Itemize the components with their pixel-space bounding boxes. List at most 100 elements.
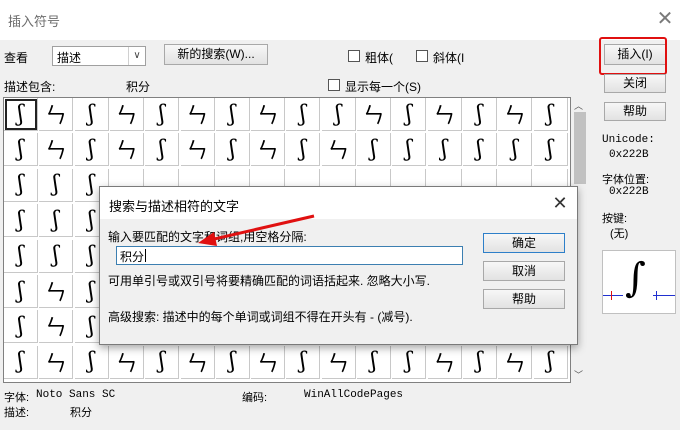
- symbol-cell[interactable]: ㄣ: [39, 98, 74, 131]
- symbol-cell[interactable]: ㄣ: [427, 98, 462, 131]
- char-position-label: 字体位置:: [602, 174, 650, 186]
- origin-marker: [611, 291, 612, 300]
- scroll-down-icon[interactable]: ﹀: [574, 368, 583, 381]
- symbol-cell[interactable]: ㄣ: [180, 98, 215, 131]
- symbol-cell[interactable]: ㄣ: [251, 98, 286, 131]
- encoding-value: WinAllCodePages: [304, 389, 404, 401]
- dialog-help-button[interactable]: 帮助: [483, 289, 565, 309]
- dialog-close-icon[interactable]: ✕: [549, 192, 571, 214]
- desc-value: 积分: [70, 407, 92, 419]
- scroll-up-icon[interactable]: ︿: [574, 99, 583, 112]
- symbol-cell[interactable]: ㄣ: [39, 275, 74, 308]
- symbol-cell[interactable]: ʃ: [533, 133, 568, 167]
- symbol-cell[interactable]: ㄣ: [321, 345, 356, 379]
- symbol-cell[interactable]: ㄣ: [251, 133, 286, 167]
- symbol-cell[interactable]: ʃ: [4, 133, 38, 167]
- new-search-button[interactable]: 新的搜索(W)...: [164, 44, 268, 65]
- baseline-left-marker: [603, 295, 623, 296]
- symbol-cell[interactable]: ʃ: [286, 345, 321, 379]
- view-label: 查看: [4, 51, 29, 65]
- annotation-arrow: [198, 214, 315, 246]
- symbol-cell[interactable]: ㄣ: [39, 133, 74, 167]
- window-title: 插入符号: [8, 14, 61, 29]
- symbol-cell[interactable]: ʃ: [215, 98, 250, 131]
- symbol-cell[interactable]: ʃ: [4, 204, 38, 238]
- symbol-cell[interactable]: ʃ: [462, 345, 497, 379]
- symbol-cell[interactable]: ʃ: [286, 133, 321, 167]
- symbol-cell[interactable]: ㄣ: [251, 345, 286, 379]
- symbol-cell[interactable]: ʃ: [215, 133, 250, 167]
- symbol-cell[interactable]: ㄣ: [498, 98, 533, 131]
- advance-marker: [656, 291, 657, 300]
- encoding-label: 编码:: [242, 392, 268, 404]
- symbol-cell[interactable]: ʃ: [74, 345, 109, 379]
- symbol-cell[interactable]: ʃ: [4, 345, 38, 379]
- symbol-cell[interactable]: ʃ: [462, 133, 497, 167]
- symbol-cell[interactable]: ʃ: [462, 98, 497, 131]
- symbol-cell[interactable]: ʃ: [74, 133, 109, 167]
- symbol-cell[interactable]: ʃ: [4, 168, 38, 202]
- symbol-cell[interactable]: ㄣ: [109, 133, 144, 167]
- show-each-checkbox[interactable]: [328, 79, 340, 91]
- cancel-button[interactable]: 取消: [483, 261, 565, 281]
- help-button[interactable]: 帮助: [604, 102, 666, 121]
- glyph-preview: ∫: [602, 250, 676, 314]
- symbol-cell[interactable]: ʃ: [74, 98, 109, 131]
- font-label: 字体:: [4, 392, 30, 404]
- search-input-value: 积分: [120, 250, 145, 264]
- symbol-cell[interactable]: ʃ: [145, 345, 180, 379]
- symbol-cell[interactable]: ʃ: [39, 168, 74, 202]
- symbol-cell[interactable]: ʃ: [392, 345, 427, 379]
- shortcut-key-value: (无): [610, 228, 629, 240]
- symbol-cell[interactable]: ʃ: [533, 98, 568, 131]
- symbol-cell[interactable]: ʃ: [533, 345, 568, 379]
- description-contains-label: 描述包含:: [4, 80, 56, 94]
- text-cursor: [145, 249, 146, 262]
- symbol-cell[interactable]: ʃ: [357, 345, 391, 379]
- symbol-cell[interactable]: ʃ: [357, 133, 391, 167]
- unicode-label: Unicode:: [602, 134, 655, 146]
- symbol-cell[interactable]: ʃ: [392, 98, 427, 131]
- symbol-cell[interactable]: ㄣ: [357, 98, 391, 131]
- symbol-cell[interactable]: ʃ: [498, 133, 533, 167]
- font-value: Noto Sans SC: [36, 389, 116, 401]
- title-bar: 插入符号 ✕: [0, 0, 680, 40]
- italic-checkbox[interactable]: [416, 50, 428, 62]
- symbol-cell[interactable]: ʃ: [4, 310, 38, 344]
- symbol-cell[interactable]: ㄣ: [39, 310, 74, 344]
- symbol-cell[interactable]: ʃ: [286, 98, 321, 131]
- symbol-cell[interactable]: ʃ: [39, 204, 74, 238]
- symbol-cell[interactable]: ʃ: [39, 239, 74, 273]
- bold-checkbox[interactable]: [348, 50, 360, 62]
- symbol-cell[interactable]: ㄣ: [39, 345, 74, 379]
- unicode-value: 0x222B: [609, 149, 649, 161]
- view-select[interactable]: 描述 ∨: [52, 46, 146, 66]
- symbol-cell[interactable]: ʃ: [215, 345, 250, 379]
- italic-label: 斜体(I: [433, 51, 465, 65]
- desc-label: 描述:: [4, 407, 30, 419]
- scrollbar-thumb[interactable]: [574, 112, 586, 184]
- symbol-cell[interactable]: ㄣ: [109, 345, 144, 379]
- symbol-cell[interactable]: ʃ: [427, 133, 462, 167]
- view-select-value: 描述: [57, 51, 82, 65]
- chevron-down-icon: ∨: [128, 47, 145, 65]
- symbol-cell[interactable]: ʃ: [4, 275, 38, 308]
- symbol-cell[interactable]: ㄣ: [498, 345, 533, 379]
- dialog-hint: 可用单引号或双引号将要精确匹配的词语括起来. 忽略大小写.: [108, 274, 431, 288]
- symbol-cell[interactable]: ㄣ: [321, 133, 356, 167]
- symbol-cell[interactable]: ʃ: [145, 133, 180, 167]
- char-position-value: 0x222B: [609, 186, 649, 198]
- symbol-cell[interactable]: ㄣ: [180, 133, 215, 167]
- symbol-cell[interactable]: ʃ: [145, 98, 180, 131]
- symbol-cell[interactable]: ʃ: [4, 98, 38, 131]
- symbol-cell[interactable]: ʃ: [4, 239, 38, 273]
- symbol-cell[interactable]: ㄣ: [109, 98, 144, 131]
- symbol-cell[interactable]: ʃ: [392, 133, 427, 167]
- ok-button[interactable]: 确定: [483, 233, 565, 253]
- window-close-icon[interactable]: ✕: [654, 8, 676, 30]
- close-button[interactable]: 关闭: [604, 74, 666, 93]
- symbol-cell[interactable]: ㄣ: [180, 345, 215, 379]
- annotation-highlight-box: [599, 37, 667, 75]
- symbol-cell[interactable]: ʃ: [321, 98, 356, 131]
- symbol-cell[interactable]: ㄣ: [427, 345, 462, 379]
